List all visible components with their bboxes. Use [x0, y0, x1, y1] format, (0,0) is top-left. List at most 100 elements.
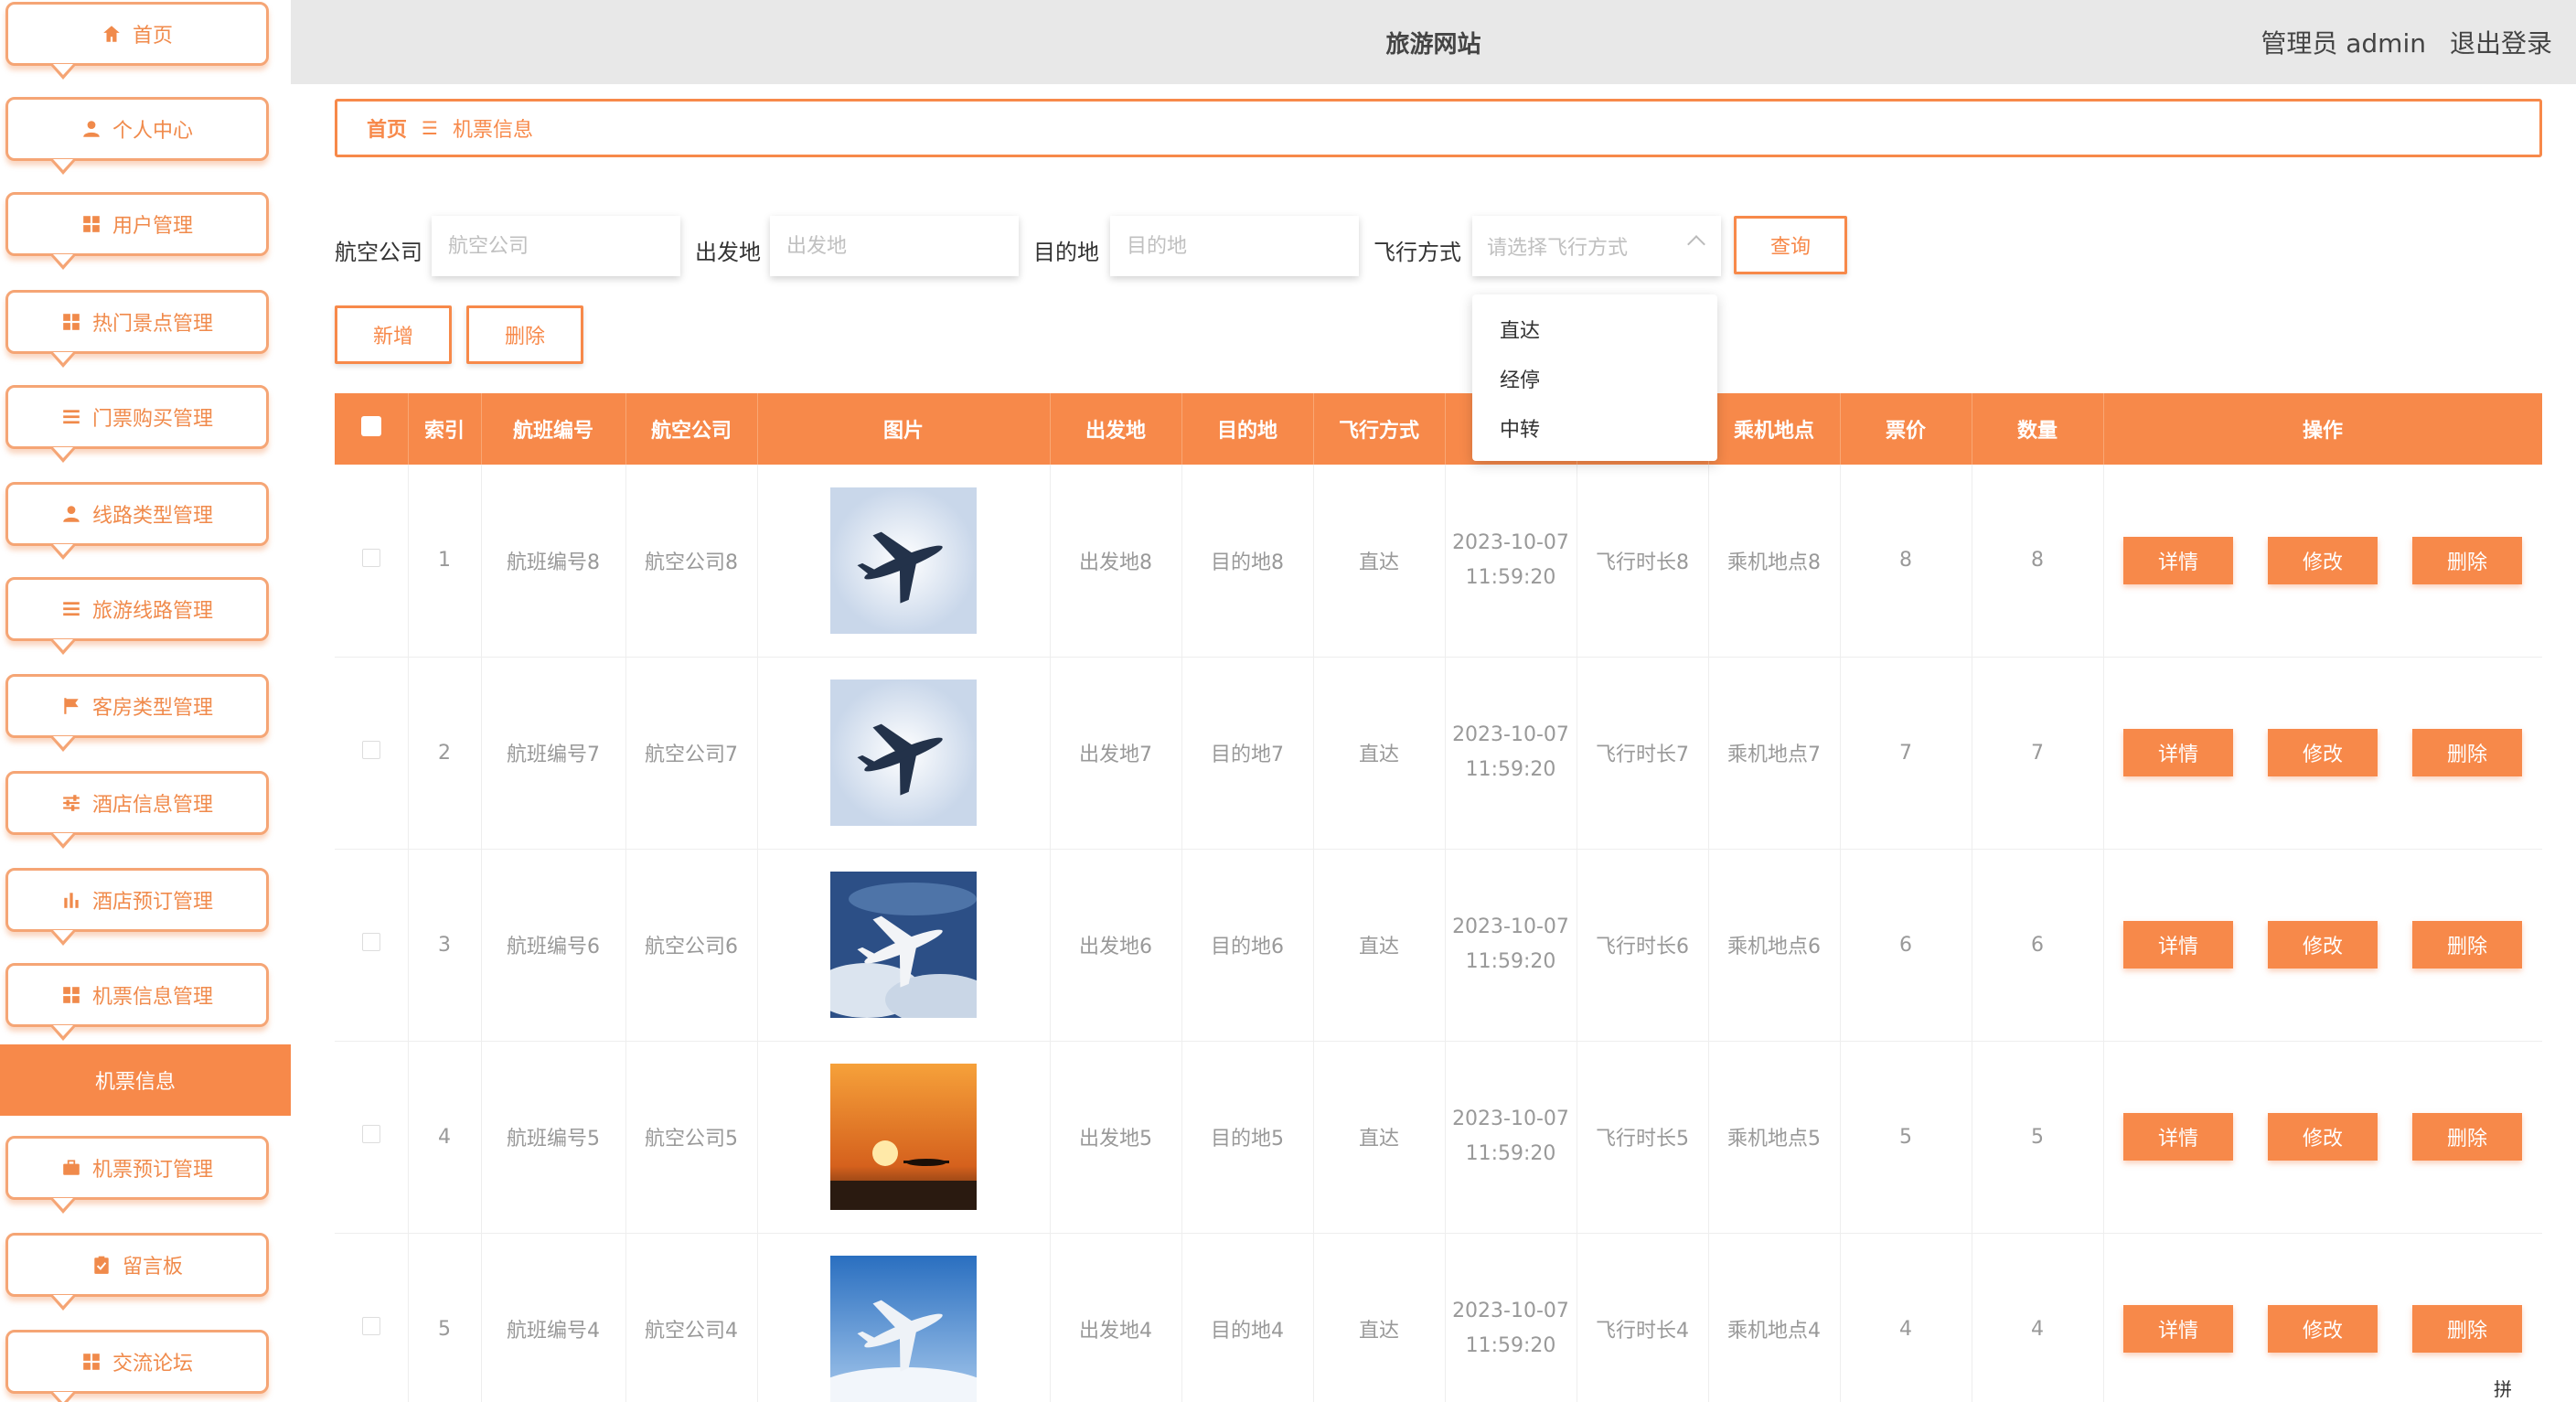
cell-image [757, 657, 1051, 850]
sidebar-item-label: 交流论坛 [112, 1353, 193, 1375]
sidebar-item-13[interactable]: 交流论坛 [5, 1330, 269, 1402]
detail-button[interactable]: 详情 [2123, 921, 2233, 969]
breadcrumb: 首页 ☰ 机票信息 [335, 99, 2542, 157]
admin-user-label[interactable]: 管理员 admin [2261, 24, 2426, 60]
cell-duration: 飞行时长6 [1577, 849, 1709, 1042]
sidebar-item-2[interactable]: 用户管理 [5, 192, 269, 270]
sidebar-item-11[interactable]: 机票预订管理 [5, 1136, 269, 1214]
cell-origin: 出发地5 [1050, 1041, 1182, 1234]
cell-origin: 出发地4 [1050, 1233, 1182, 1402]
sidebar-item-6[interactable]: 旅游线路管理 [5, 577, 269, 655]
query-button[interactable]: 查询 [1734, 216, 1847, 274]
dest-input[interactable] [1110, 216, 1359, 276]
detail-button[interactable]: 详情 [2123, 729, 2233, 776]
row-checkbox[interactable] [335, 465, 409, 658]
detail-button[interactable]: 详情 [2123, 1113, 2233, 1161]
list-icon [61, 599, 81, 619]
col-actions: 操作 [2103, 393, 2542, 465]
sidebar-item-9[interactable]: 酒店预订管理 [5, 868, 269, 946]
airline-input[interactable] [432, 216, 680, 276]
row-checkbox[interactable] [335, 657, 409, 850]
sidebar-subitem-flight-info[interactable]: 机票信息 [0, 1044, 291, 1116]
dropdown-option-direct[interactable]: 直达 [1472, 307, 1717, 357]
sidebar-item-12[interactable]: 留言板 [5, 1233, 269, 1311]
edit-button[interactable]: 修改 [2268, 1113, 2378, 1161]
sidebar-item-5[interactable]: 线路类型管理 [5, 482, 269, 560]
delete-button[interactable]: 删除 [2412, 536, 2522, 584]
sidebar-item-label: 用户管理 [112, 215, 193, 238]
edit-button[interactable]: 修改 [2268, 1305, 2378, 1353]
sidebar-item-10[interactable]: 机票信息管理 [5, 963, 269, 1041]
table-row: 3 航班编号6 航空公司6 出发地6 目的地6 直达 2023-10-07 11:59:20… [335, 849, 2542, 1042]
sidebar-item-3[interactable]: 热门景点管理 [5, 290, 269, 368]
sidebar-item-label: 客房类型管理 [91, 697, 213, 720]
select-all-checkbox[interactable] [335, 393, 409, 465]
dropdown-option-stopover[interactable]: 经停 [1472, 357, 1717, 406]
logout-link[interactable]: 退出登录 [2450, 24, 2552, 60]
cell-airline: 航空公司7 [625, 657, 758, 850]
cell-duration: 飞行时长7 [1577, 657, 1709, 850]
top-header: 旅游网站 管理员 admin 退出登录 [291, 0, 2576, 84]
breadcrumb-current: 机票信息 [452, 119, 533, 142]
col-origin: 出发地 [1050, 393, 1182, 465]
col-boarding: 乘机地点 [1708, 393, 1841, 465]
user-icon [81, 119, 102, 139]
delete-button[interactable]: 删除 [2412, 1305, 2522, 1353]
flight-mode-select[interactable]: 请选择飞行方式 [1472, 216, 1721, 276]
detail-button[interactable]: 详情 [2123, 1305, 2233, 1353]
cell-flight-no: 航班编号6 [481, 849, 626, 1042]
cell-dest: 目的地6 [1181, 849, 1314, 1042]
edit-button[interactable]: 修改 [2268, 729, 2378, 776]
col-index: 索引 [408, 393, 482, 465]
edit-button[interactable]: 修改 [2268, 921, 2378, 969]
user-icon [61, 504, 81, 524]
home-icon [102, 24, 122, 44]
table-row: 4 航班编号5 航空公司5 出发地5 目的地5 直达 2023-10-07 11:59:20… [335, 1041, 2542, 1234]
dropdown-option-transfer[interactable]: 中转 [1472, 406, 1717, 455]
cell-dest: 目的地4 [1181, 1233, 1314, 1402]
cell-duration: 飞行时长8 [1577, 465, 1709, 658]
cell-dest: 目的地5 [1181, 1041, 1314, 1234]
cell-qty: 8 [1972, 465, 2104, 658]
cell-time: 2023-10-07 11:59:20 [1445, 849, 1577, 1042]
delete-button[interactable]: 删除 [2412, 729, 2522, 776]
col-price: 票价 [1840, 393, 1972, 465]
delete-button[interactable]: 删除 [2412, 1113, 2522, 1161]
origin-input[interactable] [770, 216, 1019, 276]
row-checkbox[interactable] [335, 1233, 409, 1402]
sidebar-item-7[interactable]: 客房类型管理 [5, 674, 269, 752]
sidebar-item-4[interactable]: 门票购买管理 [5, 385, 269, 463]
cell-airline: 航空公司8 [625, 465, 758, 658]
row-checkbox[interactable] [335, 1041, 409, 1234]
delete-button[interactable]: 删除 [2412, 921, 2522, 969]
sidebar: 首页个人中心用户管理热门景点管理 门票购买管理 线路类型管理旅游线路管理 客房类型管理… [0, 0, 291, 1402]
sidebar-item-0[interactable]: 首页 [5, 2, 269, 80]
cell-mode: 直达 [1313, 465, 1446, 658]
batch-delete-button[interactable]: 删除 [466, 305, 583, 364]
detail-button[interactable]: 详情 [2123, 536, 2233, 584]
cell-actions: 详情 修改 删除 [2103, 1041, 2542, 1234]
ime-indicator: 拼 [2494, 1378, 2512, 1400]
col-image: 图片 [757, 393, 1051, 465]
sidebar-item-8[interactable]: 酒店信息管理 [5, 771, 269, 849]
cell-mode: 直达 [1313, 1041, 1446, 1234]
cell-index: 1 [408, 465, 482, 658]
sidebar-item-label: 旅游线路管理 [91, 600, 213, 623]
cell-boarding: 乘机地点5 [1708, 1041, 1841, 1234]
sidebar-item-1[interactable]: 个人中心 [5, 97, 269, 175]
row-checkbox[interactable] [335, 849, 409, 1042]
cell-time: 2023-10-07 11:59:20 [1445, 1233, 1577, 1402]
add-button[interactable]: 新增 [335, 305, 452, 364]
cell-price: 4 [1840, 1233, 1972, 1402]
table-row: 2 航班编号7 航空公司7 出发地7 目的地7 直达 2023-10-07 11:59:20… [335, 657, 2542, 850]
cell-index: 3 [408, 849, 482, 1042]
breadcrumb-separator-icon: ☰ [422, 117, 438, 139]
briefcase-icon [61, 1158, 81, 1178]
bar-chart-icon [61, 890, 81, 910]
edit-button[interactable]: 修改 [2268, 536, 2378, 584]
breadcrumb-home[interactable]: 首页 [367, 113, 407, 143]
grid-icon [61, 312, 81, 332]
cell-dest: 目的地7 [1181, 657, 1314, 850]
table-row: 1 航班编号8 航空公司8 出发地8 目的地8 直达 2023-10-07 11:59:20… [335, 465, 2542, 658]
cell-index: 5 [408, 1233, 482, 1402]
